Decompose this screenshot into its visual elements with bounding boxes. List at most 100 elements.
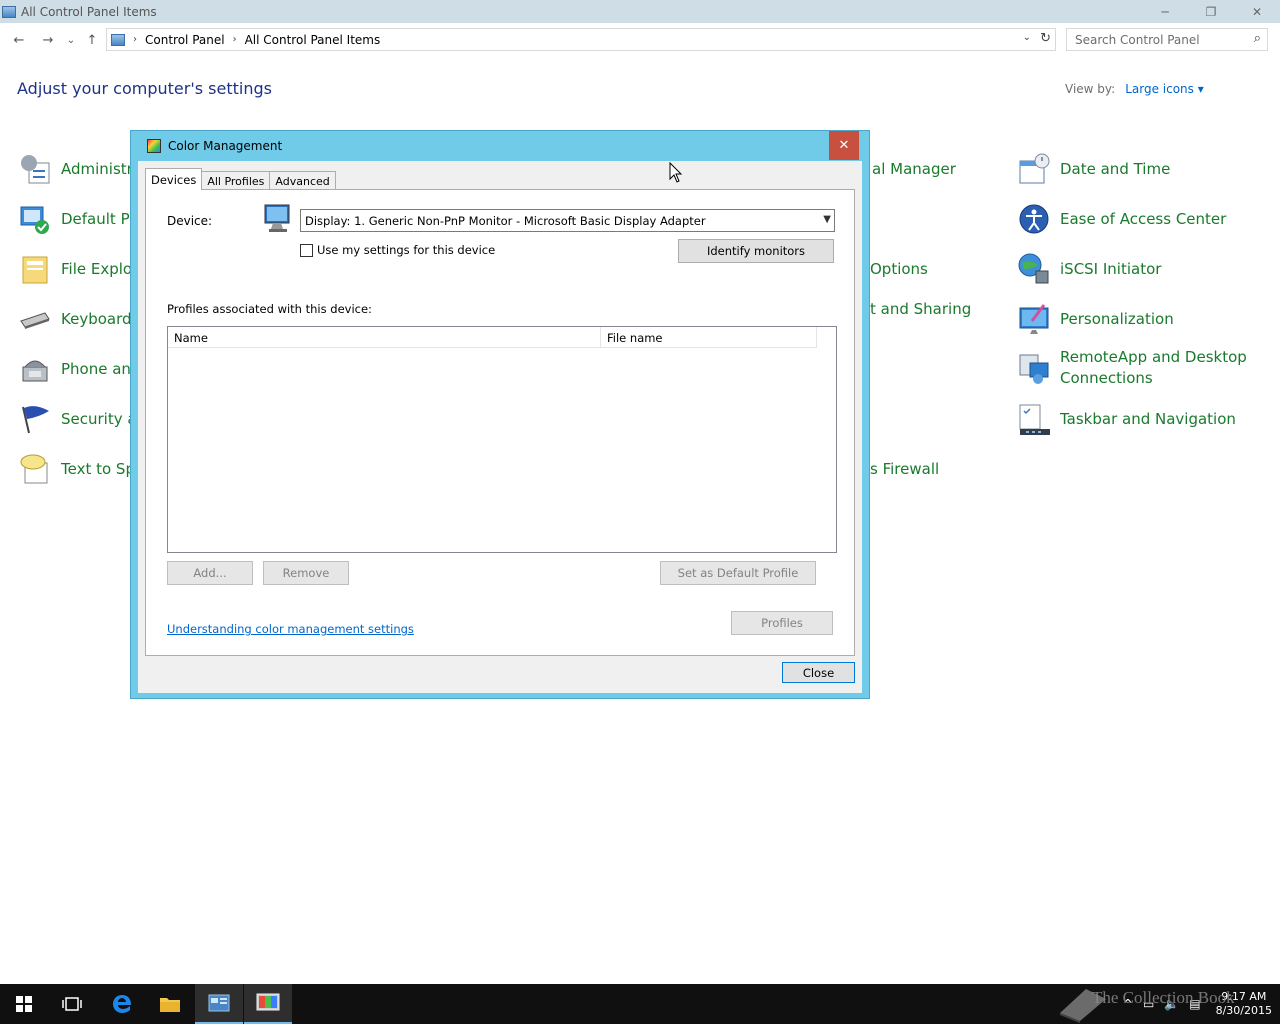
search-icon[interactable]: ⌕ <box>1254 31 1261 46</box>
cp-item-label: t and Sharing <box>870 299 972 318</box>
add-button[interactable]: Add... <box>167 561 253 585</box>
edge-button[interactable] <box>98 984 146 1024</box>
dialog-title: Color Management <box>168 139 283 153</box>
column-file-name[interactable]: File name <box>601 327 817 348</box>
minimize-button[interactable]: ─ <box>1142 0 1188 23</box>
cp-item-label: Keyboard <box>61 309 132 328</box>
cp-item-security-maintenance[interactable]: Security a <box>19 401 137 437</box>
color-management-icon <box>256 993 280 1011</box>
file-explorer-button[interactable] <box>146 984 194 1024</box>
back-icon[interactable]: ← <box>10 31 28 49</box>
color-management-dialog: Color Management ✕ Devices All Profiles … <box>130 130 870 699</box>
close-button[interactable]: Close <box>782 662 855 683</box>
dialog-close-icon[interactable]: ✕ <box>829 131 859 160</box>
file-explorer-options-icon <box>22 256 48 284</box>
profiles-button[interactable]: Profiles <box>731 611 833 635</box>
cp-item-file-explorer-options[interactable]: File Explor <box>19 251 138 287</box>
cp-item-label: Taskbar and Navigation <box>1060 409 1236 428</box>
taskbar: ^ ▭ 🔈 ▤ 9:17 AM 8/30/2015 The Collection… <box>0 984 1280 1024</box>
use-settings-checkbox[interactable] <box>300 243 313 257</box>
edge-browser-icon <box>113 995 131 1013</box>
keyboard-icon <box>20 312 50 329</box>
cp-item-windows-firewall[interactable]: s Firewall <box>870 451 939 487</box>
cp-item-taskbar-navigation[interactable]: Taskbar and Navigation <box>1018 401 1236 437</box>
cp-item-label: Security a <box>61 409 137 428</box>
phone-modem-icon <box>22 360 48 382</box>
forward-icon[interactable]: → <box>39 31 57 49</box>
address-dropdown-icon[interactable]: ⌄ <box>1023 32 1031 43</box>
view-by-label: View by: <box>1065 82 1116 96</box>
cp-item-label: s Firewall <box>870 459 940 478</box>
cp-item-label: Default Pr <box>61 209 136 228</box>
profiles-label: Profiles associated with this device: <box>167 302 372 316</box>
tab-advanced[interactable]: Advanced <box>269 171 336 190</box>
windows-logo-icon <box>16 996 32 1012</box>
use-settings-row: Use my settings for this device <box>300 243 495 257</box>
window-controls: ─ ❐ ✕ <box>1142 0 1280 23</box>
cp-item-label: iSCSI Initiator <box>1060 259 1162 278</box>
cp-item-device-manager[interactable]: al Manager <box>872 151 956 187</box>
task-view-button[interactable] <box>48 984 96 1024</box>
monitor-icon <box>264 204 290 232</box>
cp-item-ease-of-access[interactable]: Ease of Access Center <box>1018 201 1226 237</box>
breadcrumb-separator: › <box>232 34 237 45</box>
dialog-titlebar[interactable]: Color Management ✕ <box>131 131 869 161</box>
mouse-cursor-icon <box>669 162 683 183</box>
device-label: Device: <box>167 214 213 228</box>
iscsi-initiator-icon <box>1018 253 1049 284</box>
devices-tab-panel: Device: Display: 1. Generic Non-PnP Moni… <box>145 189 855 656</box>
taskbar-navigation-icon <box>1019 404 1050 435</box>
search-placeholder: Search Control Panel <box>1075 32 1200 47</box>
column-name[interactable]: Name <box>168 327 601 348</box>
navigation-bar: ← → ⌄ ↑ › Control Panel › All Control Pa… <box>0 23 1280 56</box>
device-value: Display: 1. Generic Non-PnP Monitor - Mi… <box>305 213 706 228</box>
device-dropdown[interactable]: Display: 1. Generic Non-PnP Monitor - Mi… <box>300 209 835 232</box>
profiles-list[interactable]: Name File name <box>167 326 837 553</box>
address-bar[interactable]: › Control Panel › All Control Panel Item… <box>106 28 1056 51</box>
color-management-icon <box>147 139 161 153</box>
cp-item-indexing-options[interactable]: Options <box>870 251 928 287</box>
cp-item-default-programs[interactable]: Default Pr <box>19 201 136 237</box>
search-input[interactable]: Search Control Panel ⌕ <box>1066 28 1268 51</box>
cp-item-administrative-tools[interactable]: Administr <box>19 151 133 187</box>
control-panel-icon <box>111 33 125 46</box>
restore-button[interactable]: ❐ <box>1188 0 1234 23</box>
color-management-taskbar-button[interactable] <box>244 984 292 1024</box>
cp-item-label: RemoteApp and Desktop Connections <box>1060 348 1247 387</box>
use-settings-label[interactable]: Use my settings for this device <box>317 243 495 257</box>
set-default-profile-button[interactable]: Set as Default Profile <box>660 561 816 585</box>
control-panel-icon <box>2 5 16 18</box>
text-to-speech-icon <box>20 454 48 484</box>
window-close-button[interactable]: ✕ <box>1234 0 1280 23</box>
cp-item-phone-modem[interactable]: Phone and <box>19 351 140 387</box>
breadcrumb-control-panel[interactable]: Control Panel <box>145 33 225 47</box>
cp-item-label: Options <box>870 259 928 278</box>
control-panel-taskbar-button[interactable] <box>195 984 243 1024</box>
refresh-icon[interactable]: ↻ <box>1040 31 1051 46</box>
recent-locations-icon[interactable]: ⌄ <box>62 31 80 49</box>
control-panel-icon <box>208 994 230 1012</box>
admin-tools-icon <box>21 155 50 184</box>
cp-item-iscsi-initiator[interactable]: iSCSI Initiator <box>1018 251 1161 287</box>
help-link[interactable]: Understanding color management settings <box>167 622 414 636</box>
cp-item-keyboard[interactable]: Keyboard <box>19 301 132 337</box>
up-icon[interactable]: ↑ <box>83 31 101 49</box>
remoteapp-icon <box>1019 354 1049 384</box>
tab-all-profiles[interactable]: All Profiles <box>201 171 271 190</box>
cp-item-network-sharing[interactable]: t and Sharing <box>870 291 971 327</box>
remove-button[interactable]: Remove <box>263 561 349 585</box>
dialog-body: Devices All Profiles Advanced Device: Di… <box>138 161 862 693</box>
default-programs-icon <box>20 206 49 234</box>
tab-devices[interactable]: Devices <box>145 168 203 190</box>
cp-item-label: File Explor <box>61 259 139 278</box>
cp-item-date-time[interactable]: Date and Time <box>1018 151 1170 187</box>
watermark-text: The Collection Book <box>1092 988 1235 1007</box>
identify-monitors-button[interactable]: Identify monitors <box>678 239 834 263</box>
cp-item-personalization[interactable]: Personalization <box>1018 301 1174 337</box>
start-button[interactable] <box>0 984 48 1024</box>
cp-item-text-to-speech[interactable]: Text to Spe <box>19 451 144 487</box>
list-header: Name File name <box>168 327 817 348</box>
cp-item-remoteapp[interactable]: RemoteApp and Desktop Connections <box>1018 347 1250 391</box>
breadcrumb-all-items[interactable]: All Control Panel Items <box>245 33 381 47</box>
view-by-dropdown[interactable]: Large icons ▾ <box>1125 82 1204 96</box>
